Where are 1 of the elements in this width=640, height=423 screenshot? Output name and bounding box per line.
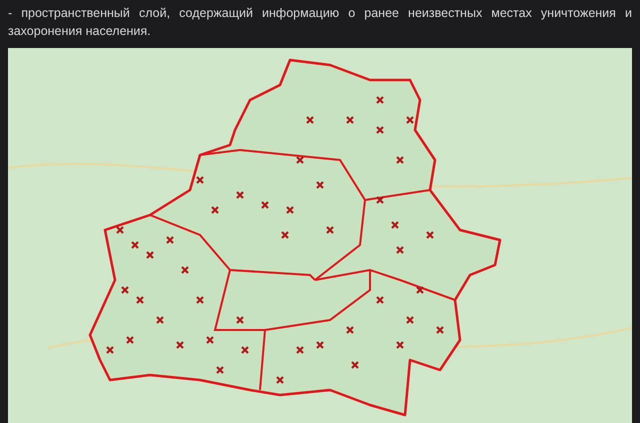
caption-text: - пространственный слой, содержащий информацию о ранее неизвестных местах уничтожения и захоронения населения. bbox=[7, 5, 633, 40]
